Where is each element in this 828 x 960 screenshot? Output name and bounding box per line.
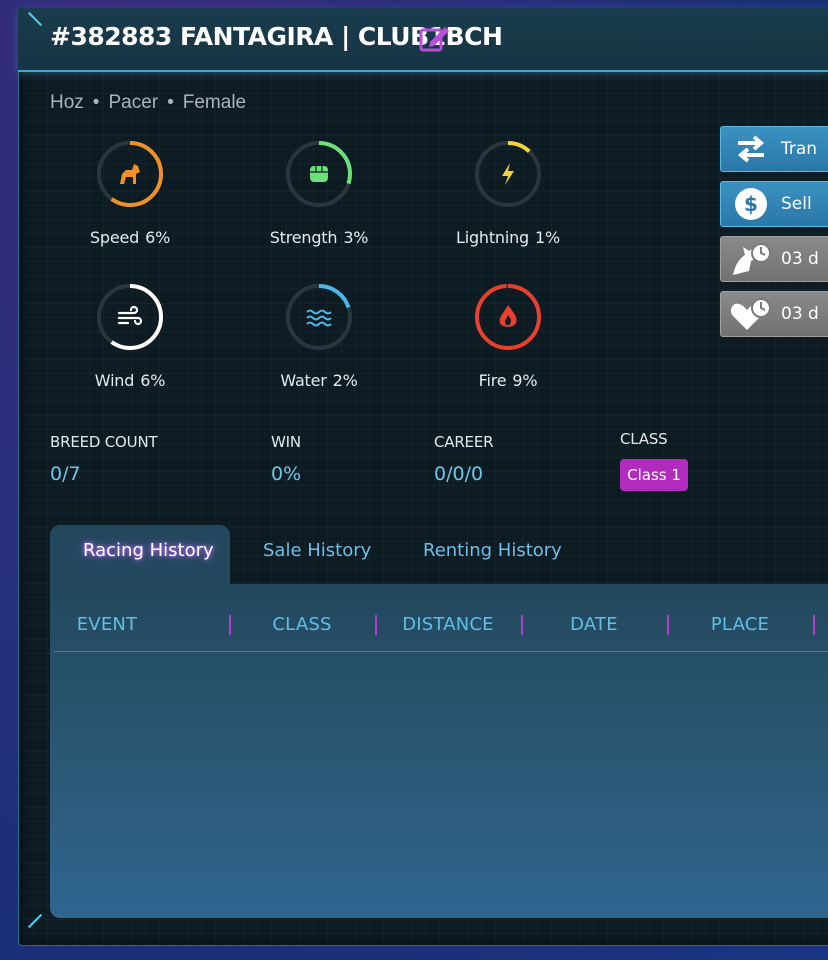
stat-label: Wind 6% <box>55 371 205 390</box>
column-header-class[interactable]: CLASS <box>252 614 352 635</box>
career-label: CAREER <box>434 433 494 451</box>
tab-renting-history[interactable]: Renting History <box>423 540 562 561</box>
column-header-place[interactable]: PLACE <box>690 614 790 635</box>
transfer-button-label: Tran <box>781 139 818 159</box>
gender-text: Female <box>182 92 247 113</box>
tab-sale-history[interactable]: Sale History <box>263 540 371 561</box>
heart-timer-icon <box>730 298 771 330</box>
dollar-icon: $ <box>735 188 767 220</box>
column-header-event[interactable]: EVENT <box>60 614 154 635</box>
wind-icon <box>97 284 163 350</box>
horse-timer-icon <box>733 243 771 275</box>
column-divider <box>375 615 377 635</box>
transfer-arrows-icon <box>737 135 765 163</box>
win-value: 0% <box>271 463 302 485</box>
breed-text: Hoz <box>50 92 84 113</box>
breed-cooldown-button[interactable]: 03 d <box>720 291 828 337</box>
stat-name: Speed <box>89 228 140 247</box>
lightning-icon <box>475 141 541 207</box>
stat-label: Strength 3% <box>244 228 394 247</box>
column-divider <box>667 615 669 635</box>
breed-count-value: 0/7 <box>50 463 81 485</box>
stat-label: Lightning 1% <box>433 228 583 247</box>
column-header-date[interactable]: DATE <box>544 614 644 635</box>
transfer-button[interactable]: Tran <box>720 126 828 172</box>
stat-name: Wind <box>94 371 135 390</box>
stat-wind: Wind 6% <box>55 283 205 390</box>
class-label: CLASS <box>620 430 668 448</box>
sell-button-label: Sell <box>781 194 812 214</box>
water-icon <box>286 284 352 350</box>
race-cooldown-label: 03 d <box>781 249 819 269</box>
stat-value: 1% <box>535 228 560 247</box>
breed-cooldown-label: 03 d <box>781 304 819 324</box>
tab-racing-history[interactable]: Racing History <box>83 540 214 561</box>
win-label: WIN <box>271 433 301 451</box>
stat-value: 9% <box>512 371 538 390</box>
stat-speed: Speed 6% <box>55 140 205 247</box>
stat-value: 3% <box>343 228 369 247</box>
stat-value: 2% <box>332 371 358 390</box>
svg-text:$: $ <box>744 192 758 216</box>
stat-label: Fire 9% <box>433 371 583 390</box>
column-divider <box>521 615 523 635</box>
horse-icon <box>97 141 163 207</box>
race-cooldown-button[interactable]: 03 d <box>720 236 828 282</box>
stat-label: Speed 6% <box>55 228 205 247</box>
horse-subtitle: Hoz • Pacer • Female <box>50 92 247 113</box>
career-value: 0/0/0 <box>434 463 484 485</box>
type-text: Pacer <box>108 92 159 113</box>
column-divider <box>229 615 231 635</box>
stat-name: Lightning <box>456 228 530 247</box>
table-header-divider <box>54 651 828 652</box>
stat-value: 6% <box>145 228 171 247</box>
stat-name: Water <box>280 371 327 390</box>
sell-button[interactable]: $ Sell <box>720 181 828 227</box>
stat-value: 6% <box>140 371 166 390</box>
breed-count-label: BREED COUNT <box>50 433 158 451</box>
stat-label: Water 2% <box>244 371 394 390</box>
fist-icon <box>286 141 352 207</box>
class-badge: Class 1 <box>620 459 688 491</box>
fire-icon <box>475 284 541 350</box>
stat-name: Fire <box>478 371 507 390</box>
stat-fire: Fire 9% <box>433 283 583 390</box>
edit-icon[interactable] <box>418 24 452 54</box>
stat-strength: Strength 3% <box>244 140 394 247</box>
stat-water: Water 2% <box>244 283 394 390</box>
stat-name: Strength <box>269 228 338 247</box>
stat-lightning: Lightning 1% <box>433 140 583 247</box>
column-divider <box>813 615 815 635</box>
column-header-distance[interactable]: DISTANCE <box>398 614 498 635</box>
